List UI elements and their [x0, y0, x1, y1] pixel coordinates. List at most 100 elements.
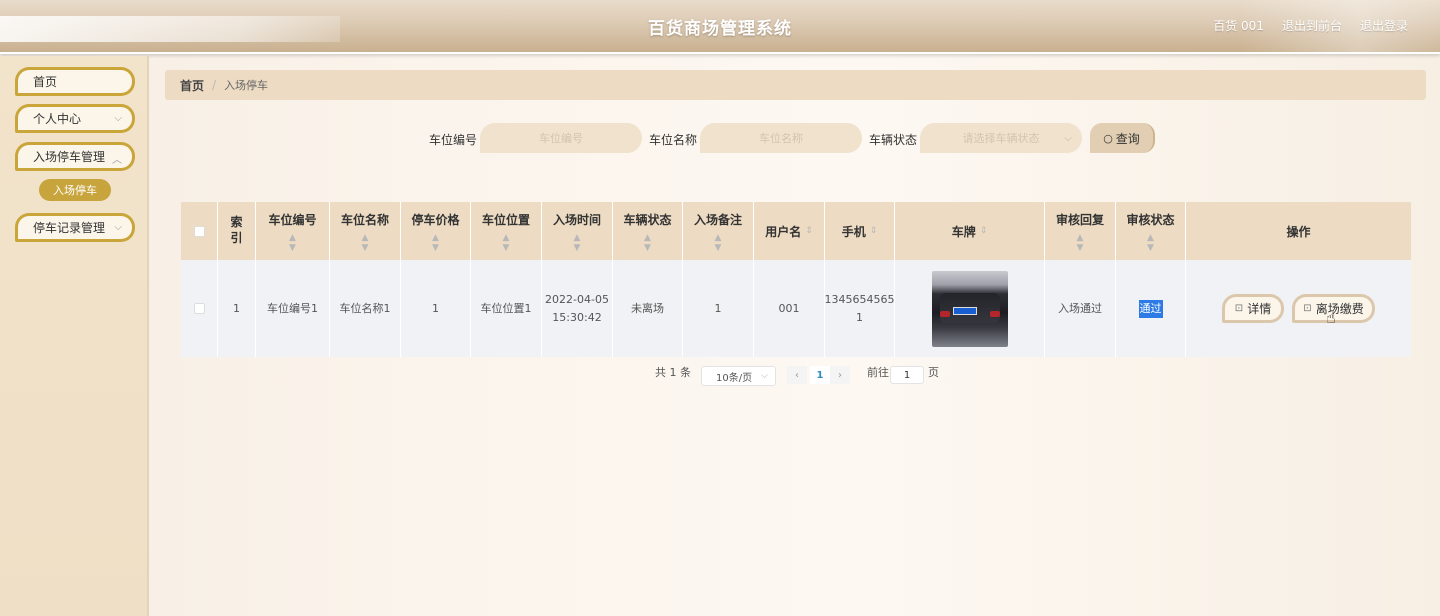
sort-icon[interactable]: ▲ ▼ — [330, 233, 400, 253]
column-header-label: 入场备注 — [693, 213, 742, 227]
chevron-down-icon: ⌵ — [761, 371, 768, 381]
total-suffix: 条 — [680, 366, 691, 379]
cell-space-name: 车位名称1 — [330, 260, 401, 357]
vehicle-status-label: 车辆状态 — [869, 133, 918, 147]
cell-phone: 1345654565 1 — [825, 260, 895, 357]
space-name-input[interactable]: 车位名称 — [700, 123, 862, 153]
chevron-down-icon: ⌵ — [114, 222, 122, 233]
sidebar-item-home[interactable]: 首页 — [15, 67, 135, 96]
phone-line-2: 1 — [856, 310, 863, 324]
detail-icon: ⊡ — [1234, 303, 1244, 314]
column-header-space-no[interactable]: 车位编号 ▲ ▼ — [256, 202, 330, 260]
column-header-label: 审核状态 — [1126, 213, 1175, 227]
license-plate-shape — [952, 306, 977, 315]
column-header-label: 车位名称 — [340, 213, 389, 227]
select-all-checkbox[interactable] — [193, 225, 205, 237]
cell-review-status: 通过 — [1116, 260, 1186, 357]
column-header-remark[interactable]: 入场备注 ▲ ▼ — [683, 202, 754, 260]
cell-space-no: 车位编号1 — [256, 260, 330, 357]
entry-time: 15:30:42 — [552, 310, 602, 324]
sidebar-item-parking-record-management[interactable]: 停车记录管理 ⌵ — [15, 213, 135, 242]
space-no-label: 车位编号 — [429, 133, 478, 147]
phone-line-1: 1345654565 — [824, 292, 895, 306]
goto-prefix: 前往 — [867, 366, 889, 379]
breadcrumb-separator: / — [212, 78, 217, 92]
space-name-label: 车位名称 — [649, 133, 698, 147]
sidebar: 首页 个人中心 ⌵ 入场停车管理 ︿ 入场停车 停车记录管理 ⌵ — [0, 56, 149, 616]
hand-cursor-icon: ☝ — [1326, 308, 1336, 327]
column-header-label: 操作 — [1286, 224, 1311, 239]
sort-icon[interactable]: ⇕ — [980, 226, 988, 236]
sidebar-item-label: 停车记录管理 — [33, 221, 106, 235]
column-header-location[interactable]: 车位位置 ▲ ▼ — [471, 202, 542, 260]
sort-icon[interactable]: ⇕ — [805, 226, 813, 236]
chevron-down-icon: ⌵ — [114, 113, 122, 124]
column-header-phone[interactable]: 手机 ⇕ — [825, 202, 895, 260]
goto-page-input[interactable]: 1 — [890, 366, 924, 384]
sidebar-item-parking-entry-management[interactable]: 入场停车管理 ︿ — [15, 142, 135, 171]
column-header-label: 入场时间 — [552, 213, 601, 227]
next-page-button[interactable]: › — [830, 366, 850, 384]
sort-icon[interactable]: ⇕ — [870, 226, 878, 236]
column-header-label: 车牌 — [951, 224, 976, 239]
column-header-space-name[interactable]: 车位名称 ▲ ▼ — [330, 202, 401, 260]
column-header-vehicle-status[interactable]: 车辆状态 ▲ ▼ — [613, 202, 683, 260]
logout-link[interactable]: 退出登录 — [1360, 17, 1408, 34]
sort-icon[interactable]: ▲ ▼ — [256, 233, 329, 253]
top-header: 百货商场管理系统 百货 001 退出到前台 退出登录 — [0, 0, 1440, 54]
detail-button-label: 详情 — [1247, 302, 1272, 316]
column-header-label: 索引 — [230, 215, 243, 245]
select-all-checkbox-cell — [181, 202, 218, 260]
column-header-entry-time[interactable]: 入场时间 ▲ ▼ — [542, 202, 613, 260]
sort-icon[interactable]: ▲ ▼ — [683, 233, 753, 253]
cell-location: 车位位置1 — [471, 260, 542, 357]
cell-entry-time: 2022-04-05 15:30:42 — [542, 260, 613, 357]
goto-suffix: 页 — [928, 366, 939, 379]
page-size-value: 10条/页 — [716, 372, 753, 384]
front-link[interactable]: 退出到前台 — [1282, 17, 1342, 34]
prev-page-button[interactable]: ‹ — [787, 366, 807, 384]
sort-icon[interactable]: ▲ ▼ — [471, 233, 541, 253]
breadcrumb-home[interactable]: 首页 — [180, 77, 204, 94]
row-checkbox[interactable] — [193, 303, 205, 314]
search-icon: ○ — [1103, 131, 1113, 145]
sort-icon[interactable]: ▲ ▼ — [401, 233, 470, 253]
column-header-price[interactable]: 停车价格 ▲ ▼ — [401, 202, 471, 260]
cell-review-reply: 入场通过 — [1045, 260, 1116, 357]
cell-plate — [895, 260, 1045, 357]
review-status-text: 通过 — [1138, 299, 1163, 318]
page-size-select[interactable]: 10条/页 ⌵ — [701, 366, 776, 386]
sort-icon[interactable]: ▲ ▼ — [1045, 233, 1115, 253]
cell-vehicle-status: 未离场 — [613, 260, 683, 357]
sort-icon[interactable]: ▲ ▼ — [613, 233, 682, 253]
sidebar-item-label: 首页 — [33, 75, 58, 89]
cell-index: 1 — [218, 260, 256, 357]
sort-icon[interactable]: ▲ ▼ — [542, 233, 612, 253]
page-number-current[interactable]: 1 — [810, 366, 830, 384]
sidebar-item-personal-center[interactable]: 个人中心 ⌵ — [15, 104, 135, 133]
vehicle-status-select[interactable]: 请选择车辆状态 ⌵ — [920, 123, 1082, 153]
vehicle-status-placeholder: 请选择车辆状态 — [962, 132, 1040, 145]
tail-light-right — [989, 310, 1000, 317]
pay-icon: ⊡ — [1303, 303, 1312, 314]
column-header-label: 用户名 — [765, 224, 802, 239]
total-count: 1 — [669, 366, 677, 379]
chevron-down-icon: ⌵ — [1064, 132, 1072, 144]
sidebar-subitem-parking-entry[interactable]: 入场停车 — [39, 179, 111, 201]
header-user-menu: 百货 001 退出到前台 退出登录 — [1213, 17, 1408, 34]
table-header: 索引 车位编号 ▲ ▼ 车位名称 ▲ ▼ 停车价格 ▲ ▼ 车位位置 ▲ ▼ 入场时间 … — [181, 202, 1411, 260]
space-no-input[interactable]: 车位编号 — [480, 123, 642, 153]
sort-icon[interactable]: ▲ ▼ — [1116, 233, 1185, 253]
plate-photo[interactable] — [931, 270, 1008, 347]
column-header-review-status[interactable]: 审核状态 ▲ ▼ — [1116, 202, 1186, 260]
detail-button[interactable]: ⊡ 详情 — [1222, 294, 1284, 323]
chevron-up-icon: ︿ — [112, 155, 122, 166]
column-header-label: 车位位置 — [481, 213, 530, 227]
column-header-review-reply[interactable]: 审核回复 ▲ ▼ — [1045, 202, 1116, 260]
query-button-label: 查询 — [1115, 131, 1140, 146]
query-button[interactable]: ○ 查询 — [1090, 123, 1155, 153]
column-header-username[interactable]: 用户名 ⇕ — [754, 202, 825, 260]
column-header-label: 手机 — [841, 224, 866, 239]
column-header-label: 审核回复 — [1055, 213, 1104, 227]
column-header-plate[interactable]: 车牌 ⇕ — [895, 202, 1045, 260]
